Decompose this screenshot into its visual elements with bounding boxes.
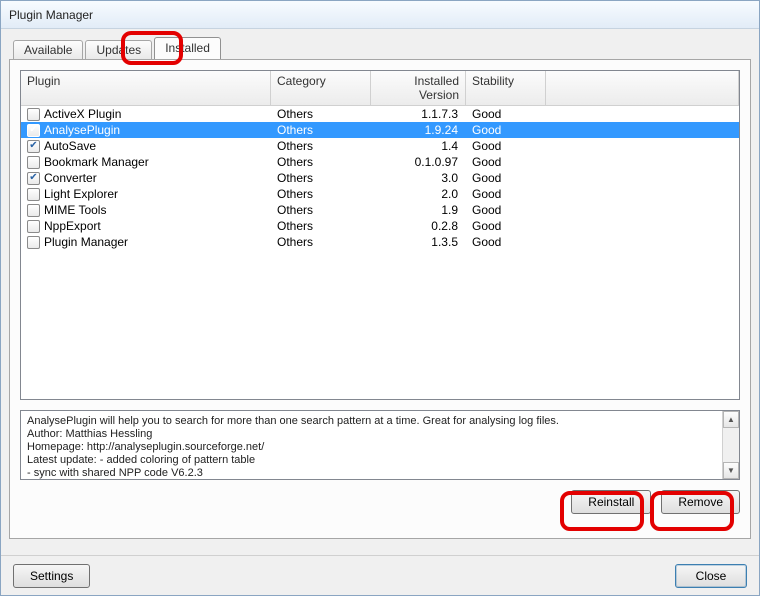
tab-available[interactable]: Available bbox=[13, 40, 83, 60]
desc-line: - sync with shared NPP code V6.2.3 bbox=[27, 467, 733, 480]
plugin-row[interactable]: MIME Tools Others1.9Good bbox=[21, 202, 739, 218]
plugin-row[interactable]: Light Explorer Others2.0Good bbox=[21, 186, 739, 202]
reinstall-button[interactable]: Reinstall bbox=[571, 490, 651, 514]
plugin-category: Others bbox=[271, 107, 371, 121]
plugin-version: 0.2.8 bbox=[371, 219, 466, 233]
settings-button[interactable]: Settings bbox=[13, 564, 90, 588]
tab-updates[interactable]: Updates bbox=[85, 40, 152, 60]
tab-updates-label: Updates bbox=[96, 43, 141, 57]
plugin-stability: Good bbox=[466, 203, 546, 217]
description-scrollbar[interactable]: ▲ ▼ bbox=[722, 411, 739, 479]
plugin-stability: Good bbox=[466, 107, 546, 121]
plugin-name: MIME Tools bbox=[44, 203, 106, 217]
plugin-row[interactable]: Converter Others3.0Good bbox=[21, 170, 739, 186]
plugin-stability: Good bbox=[466, 155, 546, 169]
plugin-name: Light Explorer bbox=[44, 187, 118, 201]
plugin-stability: Good bbox=[466, 235, 546, 249]
plugin-checkbox[interactable] bbox=[27, 172, 40, 185]
plugin-version: 3.0 bbox=[371, 171, 466, 185]
plugin-version: 1.3.5 bbox=[371, 235, 466, 249]
plugin-checkbox[interactable] bbox=[27, 140, 40, 153]
tab-installed[interactable]: Installed bbox=[154, 37, 221, 59]
plugin-stability: Good bbox=[466, 171, 546, 185]
plugin-category: Others bbox=[271, 203, 371, 217]
header-plugin[interactable]: Plugin bbox=[21, 71, 271, 105]
plugin-version: 1.4 bbox=[371, 139, 466, 153]
plugin-row[interactable]: AnalysePlugin Others1.9.24Good bbox=[21, 122, 739, 138]
plugin-version: 0.1.0.97 bbox=[371, 155, 466, 169]
scroll-down-icon[interactable]: ▼ bbox=[723, 462, 739, 479]
tabstrip: Available Updates Installed bbox=[13, 37, 751, 59]
plugin-name: AutoSave bbox=[44, 139, 96, 153]
plugin-name: Plugin Manager bbox=[44, 235, 128, 249]
header-version[interactable]: Installed Version bbox=[371, 71, 466, 105]
plugin-name: NppExport bbox=[44, 219, 101, 233]
plugin-stability: Good bbox=[466, 139, 546, 153]
plugin-checkbox[interactable] bbox=[27, 124, 40, 137]
listview-header: Plugin Category Installed Version Stabil… bbox=[21, 71, 739, 106]
close-button[interactable]: Close bbox=[675, 564, 747, 588]
plugin-category: Others bbox=[271, 171, 371, 185]
plugin-stability: Good bbox=[466, 123, 546, 137]
tabs-wrap: Available Updates Installed Plugin Categ… bbox=[9, 37, 751, 539]
plugin-name: Bookmark Manager bbox=[44, 155, 149, 169]
client-area: Available Updates Installed Plugin Categ… bbox=[1, 29, 759, 555]
titlebar: Plugin Manager bbox=[1, 1, 759, 29]
plugin-category: Others bbox=[271, 123, 371, 137]
header-stability[interactable]: Stability bbox=[466, 71, 546, 105]
tab-available-label: Available bbox=[24, 43, 72, 57]
plugin-checkbox[interactable] bbox=[27, 236, 40, 249]
plugin-row[interactable]: ActiveX Plugin Others1.1.7.3Good bbox=[21, 106, 739, 122]
tab-pane-installed: Plugin Category Installed Version Stabil… bbox=[9, 59, 751, 539]
action-row: Reinstall Remove bbox=[20, 490, 740, 514]
plugin-row[interactable]: Plugin Manager Others1.3.5Good bbox=[21, 234, 739, 250]
window-frame: Plugin Manager Available Updates Install… bbox=[0, 0, 760, 596]
plugin-checkbox[interactable] bbox=[27, 220, 40, 233]
tab-installed-label: Installed bbox=[165, 41, 210, 55]
plugin-checkbox[interactable] bbox=[27, 108, 40, 121]
plugin-version: 1.9 bbox=[371, 203, 466, 217]
plugin-category: Others bbox=[271, 219, 371, 233]
plugin-name: ActiveX Plugin bbox=[44, 107, 121, 121]
desc-line: Latest update: - added coloring of patte… bbox=[27, 454, 733, 467]
plugin-stability: Good bbox=[466, 187, 546, 201]
description-box: AnalysePlugin will help you to search fo… bbox=[20, 410, 740, 480]
plugin-row[interactable]: Bookmark Manager Others0.1.0.97Good bbox=[21, 154, 739, 170]
desc-line: Author: Matthias Hessling bbox=[27, 428, 733, 441]
bottom-bar: Settings Close bbox=[1, 555, 759, 595]
plugin-checkbox[interactable] bbox=[27, 156, 40, 169]
plugin-row[interactable]: NppExport Others0.2.8Good bbox=[21, 218, 739, 234]
plugin-checkbox[interactable] bbox=[27, 188, 40, 201]
scroll-up-icon[interactable]: ▲ bbox=[723, 411, 739, 428]
window-title: Plugin Manager bbox=[9, 8, 93, 22]
plugin-stability: Good bbox=[466, 219, 546, 233]
plugin-version: 1.1.7.3 bbox=[371, 107, 466, 121]
plugin-name: AnalysePlugin bbox=[44, 123, 120, 137]
desc-line: AnalysePlugin will help you to search fo… bbox=[27, 415, 733, 428]
plugin-category: Others bbox=[271, 139, 371, 153]
plugin-category: Others bbox=[271, 187, 371, 201]
header-category[interactable]: Category bbox=[271, 71, 371, 105]
plugin-checkbox[interactable] bbox=[27, 204, 40, 217]
plugin-row[interactable]: AutoSave Others1.4Good bbox=[21, 138, 739, 154]
plugin-version: 2.0 bbox=[371, 187, 466, 201]
header-spacer bbox=[546, 71, 739, 105]
remove-button[interactable]: Remove bbox=[661, 490, 740, 514]
listview-body: ActiveX PluginOthers1.1.7.3GoodAnalysePl… bbox=[21, 106, 739, 399]
plugin-listview[interactable]: Plugin Category Installed Version Stabil… bbox=[20, 70, 740, 400]
plugin-category: Others bbox=[271, 155, 371, 169]
desc-line: Homepage: http://analyseplugin.sourcefor… bbox=[27, 441, 733, 454]
plugin-version: 1.9.24 bbox=[371, 123, 466, 137]
plugin-category: Others bbox=[271, 235, 371, 249]
plugin-name: Converter bbox=[44, 171, 97, 185]
